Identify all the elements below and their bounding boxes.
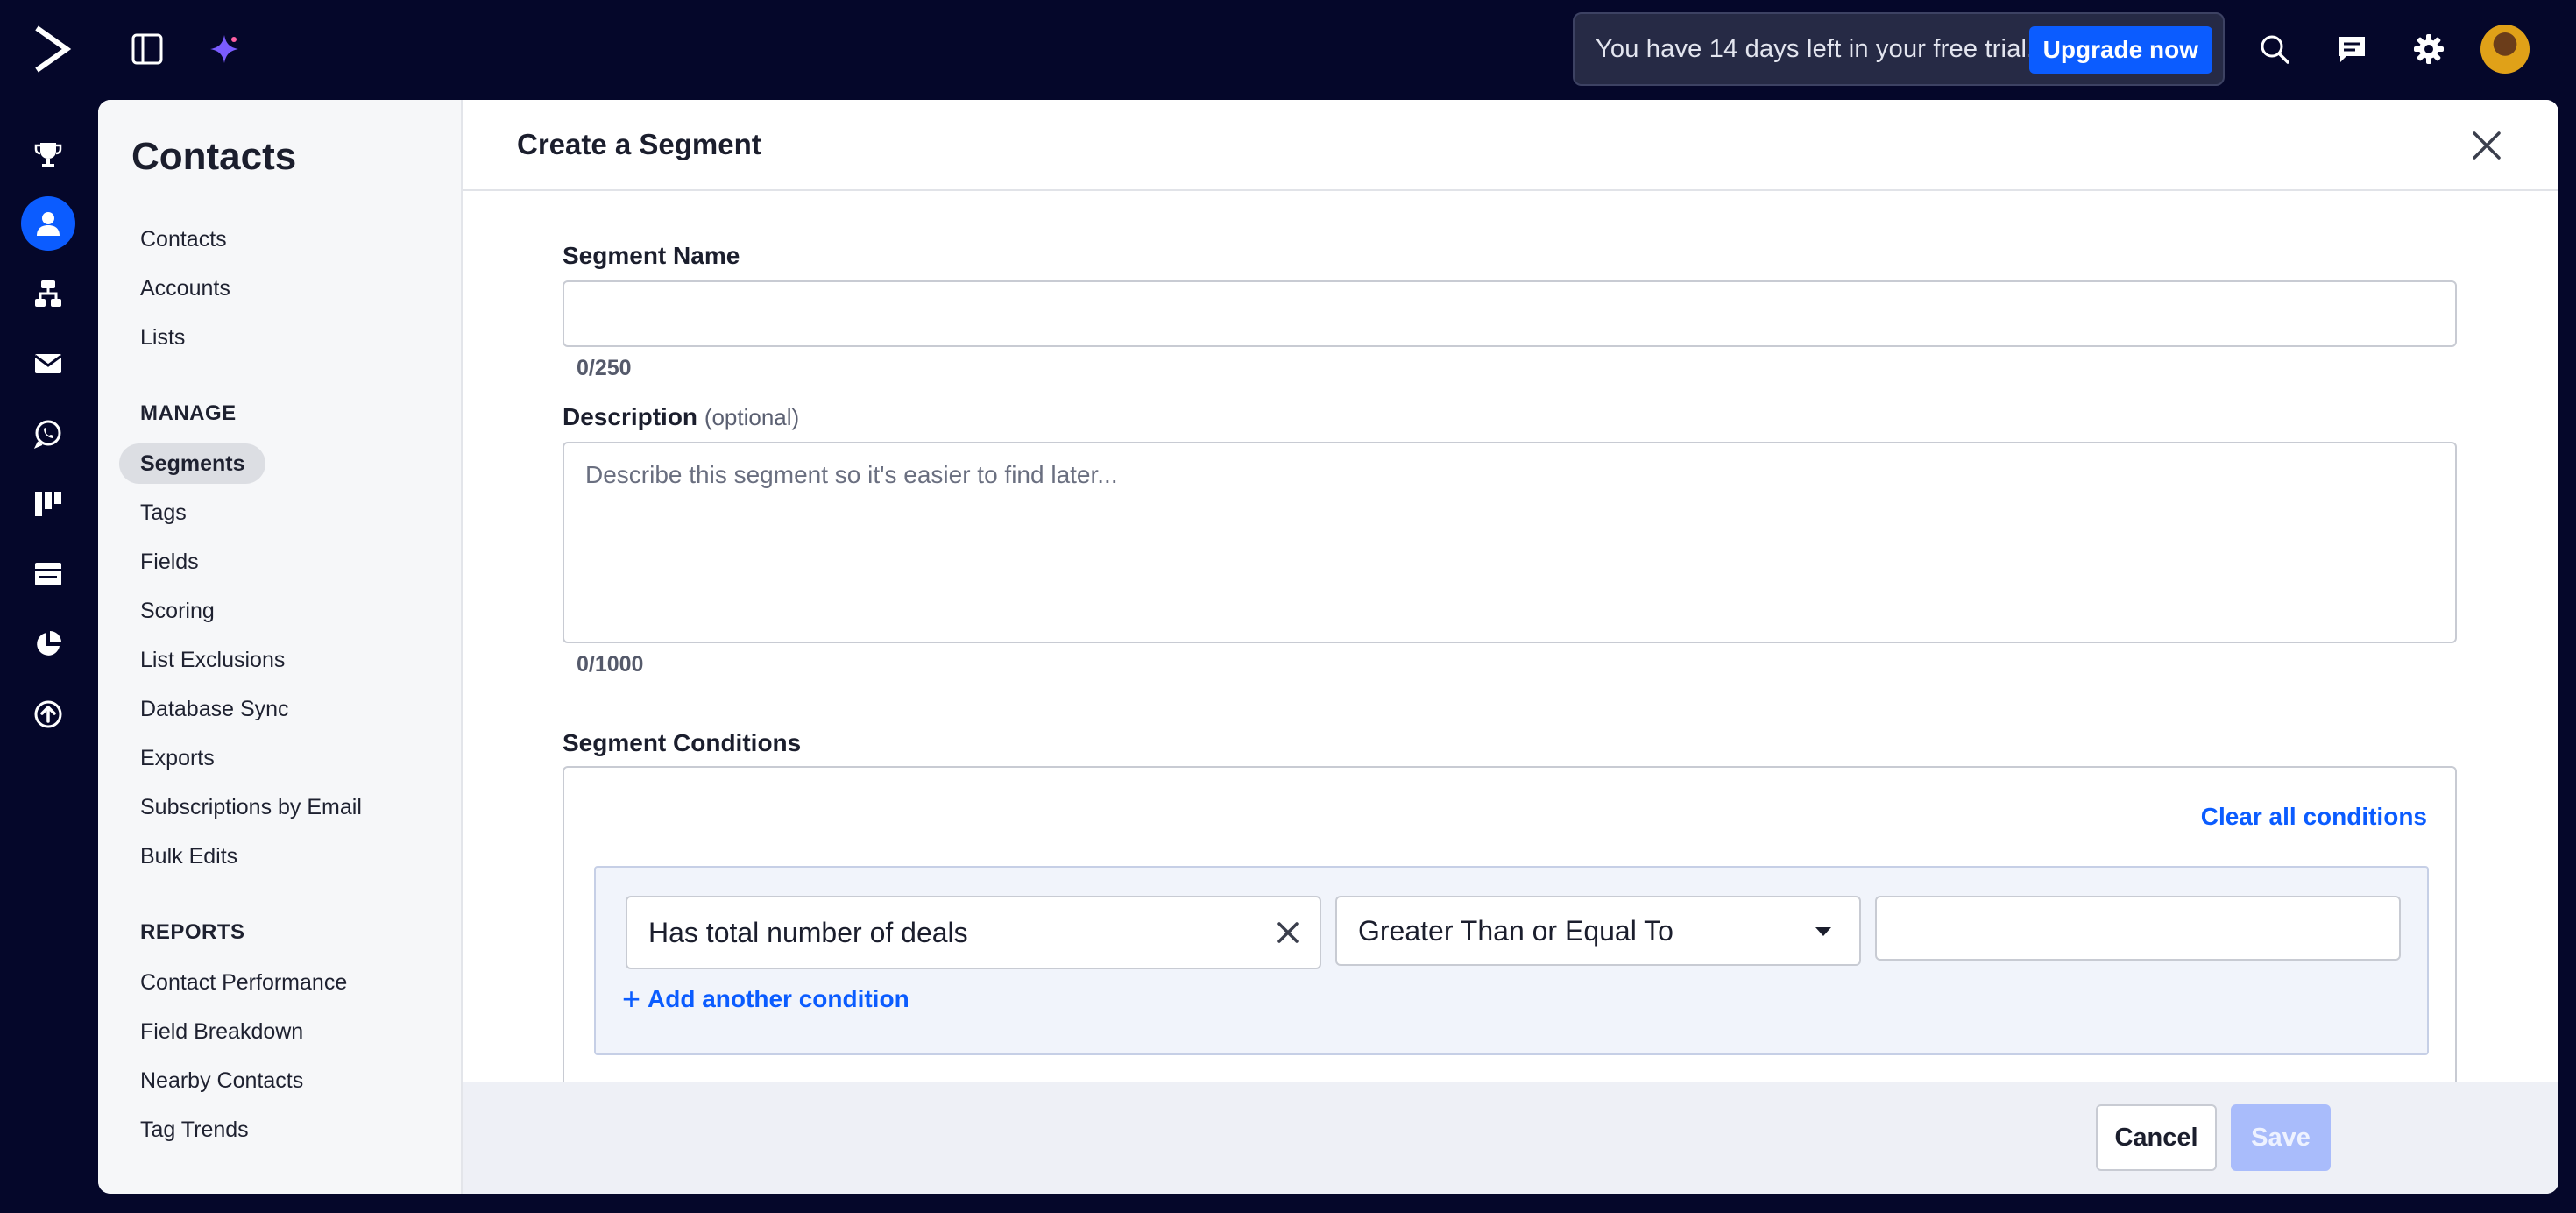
automations-icon[interactable] bbox=[21, 266, 75, 321]
segment-conditions-box: Clear all conditions Has total number of… bbox=[563, 766, 2457, 1117]
trophy-icon[interactable] bbox=[21, 128, 75, 182]
trial-banner: You have 14 days left in your free trial… bbox=[1573, 12, 2225, 86]
contacts-person-icon[interactable] bbox=[21, 196, 75, 251]
modal-title: Create a Segment bbox=[517, 128, 761, 160]
deals-pipeline-icon[interactable] bbox=[21, 477, 75, 531]
subnav-item-segments[interactable]: Segments bbox=[119, 443, 266, 484]
subnav-item-exports[interactable]: Exports bbox=[140, 738, 215, 778]
subnav-item-list-exclusions[interactable]: List Exclusions bbox=[140, 640, 285, 680]
add-another-condition-link[interactable]: + Add another condition bbox=[622, 983, 909, 1015]
segment-name-counter: 0/250 bbox=[577, 356, 632, 380]
description-label-text: Description bbox=[563, 403, 698, 430]
subnav-item-fields[interactable]: Fields bbox=[140, 542, 199, 582]
ai-sparkle-icon[interactable] bbox=[205, 30, 244, 68]
description-label: Description (optional) bbox=[563, 403, 799, 431]
subnav-item-field-breakdown[interactable]: Field Breakdown bbox=[140, 1011, 303, 1052]
plus-icon: + bbox=[622, 981, 641, 1017]
add-another-condition-text: Add another condition bbox=[648, 985, 909, 1012]
search-icon[interactable] bbox=[2255, 30, 2294, 68]
subnav-item-accounts[interactable]: Accounts bbox=[140, 268, 230, 309]
chat-icon[interactable] bbox=[2332, 30, 2371, 68]
condition-operator-select[interactable]: Greater Than or Equal To bbox=[1335, 896, 1861, 966]
subnav-item-lists[interactable]: Lists bbox=[140, 317, 185, 358]
subnav-item-tag-trends[interactable]: Tag Trends bbox=[140, 1110, 249, 1150]
subnav-item-database-sync[interactable]: Database Sync bbox=[140, 689, 289, 729]
condition-field-text: Has total number of deals bbox=[648, 916, 968, 948]
subnav-title: Contacts bbox=[131, 135, 297, 178]
contacts-subnav: Contacts Contacts Accounts Lists MANAGE … bbox=[98, 100, 463, 1194]
condition-group: Has total number of deals Greater Than o… bbox=[594, 866, 2429, 1055]
reports-heading: REPORTS bbox=[140, 920, 245, 944]
description-textarea[interactable] bbox=[563, 442, 2457, 643]
cancel-button[interactable]: Cancel bbox=[2096, 1104, 2217, 1171]
create-segment-modal: Create a Segment Segment Name 0/250 Desc… bbox=[463, 100, 2558, 1194]
segment-conditions-label: Segment Conditions bbox=[563, 729, 802, 756]
clear-all-conditions-link[interactable]: Clear all conditions bbox=[2201, 803, 2427, 831]
subnav-item-tags[interactable]: Tags bbox=[140, 493, 187, 533]
user-avatar[interactable] bbox=[2480, 25, 2530, 74]
trial-text: You have 14 days left in your free trial… bbox=[1596, 34, 2035, 63]
condition-operator-text: Greater Than or Equal To bbox=[1358, 914, 1674, 947]
subnav-item-contacts[interactable]: Contacts bbox=[140, 219, 227, 259]
gear-icon[interactable] bbox=[2410, 30, 2448, 68]
whatsapp-icon[interactable] bbox=[21, 407, 75, 461]
activecampaign-logo-icon[interactable] bbox=[33, 25, 72, 74]
save-button[interactable]: Save bbox=[2231, 1104, 2331, 1171]
reports-pie-chart-icon[interactable] bbox=[21, 617, 75, 671]
clear-condition-icon[interactable] bbox=[1270, 915, 1306, 950]
sidebar-toggle-icon[interactable] bbox=[128, 30, 166, 68]
description-optional-text: (optional) bbox=[704, 404, 800, 430]
condition-value-input[interactable] bbox=[1875, 896, 2401, 961]
subnav-item-bulk-edits[interactable]: Bulk Edits bbox=[140, 836, 237, 876]
subnav-item-subscriptions-by-email[interactable]: Subscriptions by Email bbox=[140, 787, 362, 827]
description-counter: 0/1000 bbox=[577, 652, 644, 677]
condition-field-select[interactable]: Has total number of deals bbox=[626, 896, 1321, 969]
segment-name-input[interactable] bbox=[563, 280, 2457, 347]
close-icon[interactable] bbox=[2467, 126, 2506, 165]
modal-header: Create a Segment bbox=[463, 100, 2558, 191]
chevron-down-icon bbox=[1815, 927, 1831, 936]
modal-footer: Cancel Save bbox=[463, 1082, 2558, 1194]
subnav-item-scoring[interactable]: Scoring bbox=[140, 591, 215, 631]
subnav-item-nearby-contacts[interactable]: Nearby Contacts bbox=[140, 1060, 303, 1101]
segment-name-label: Segment Name bbox=[563, 242, 740, 269]
email-icon[interactable] bbox=[21, 337, 75, 391]
website-icon[interactable] bbox=[21, 547, 75, 601]
subnav-item-contact-performance[interactable]: Contact Performance bbox=[140, 962, 347, 1003]
main-panel: Contacts Contacts Accounts Lists MANAGE … bbox=[98, 100, 2558, 1194]
upgrade-arrow-up-icon[interactable] bbox=[21, 687, 75, 741]
upgrade-now-button[interactable]: Upgrade now bbox=[2028, 26, 2212, 74]
manage-heading: MANAGE bbox=[140, 401, 237, 425]
